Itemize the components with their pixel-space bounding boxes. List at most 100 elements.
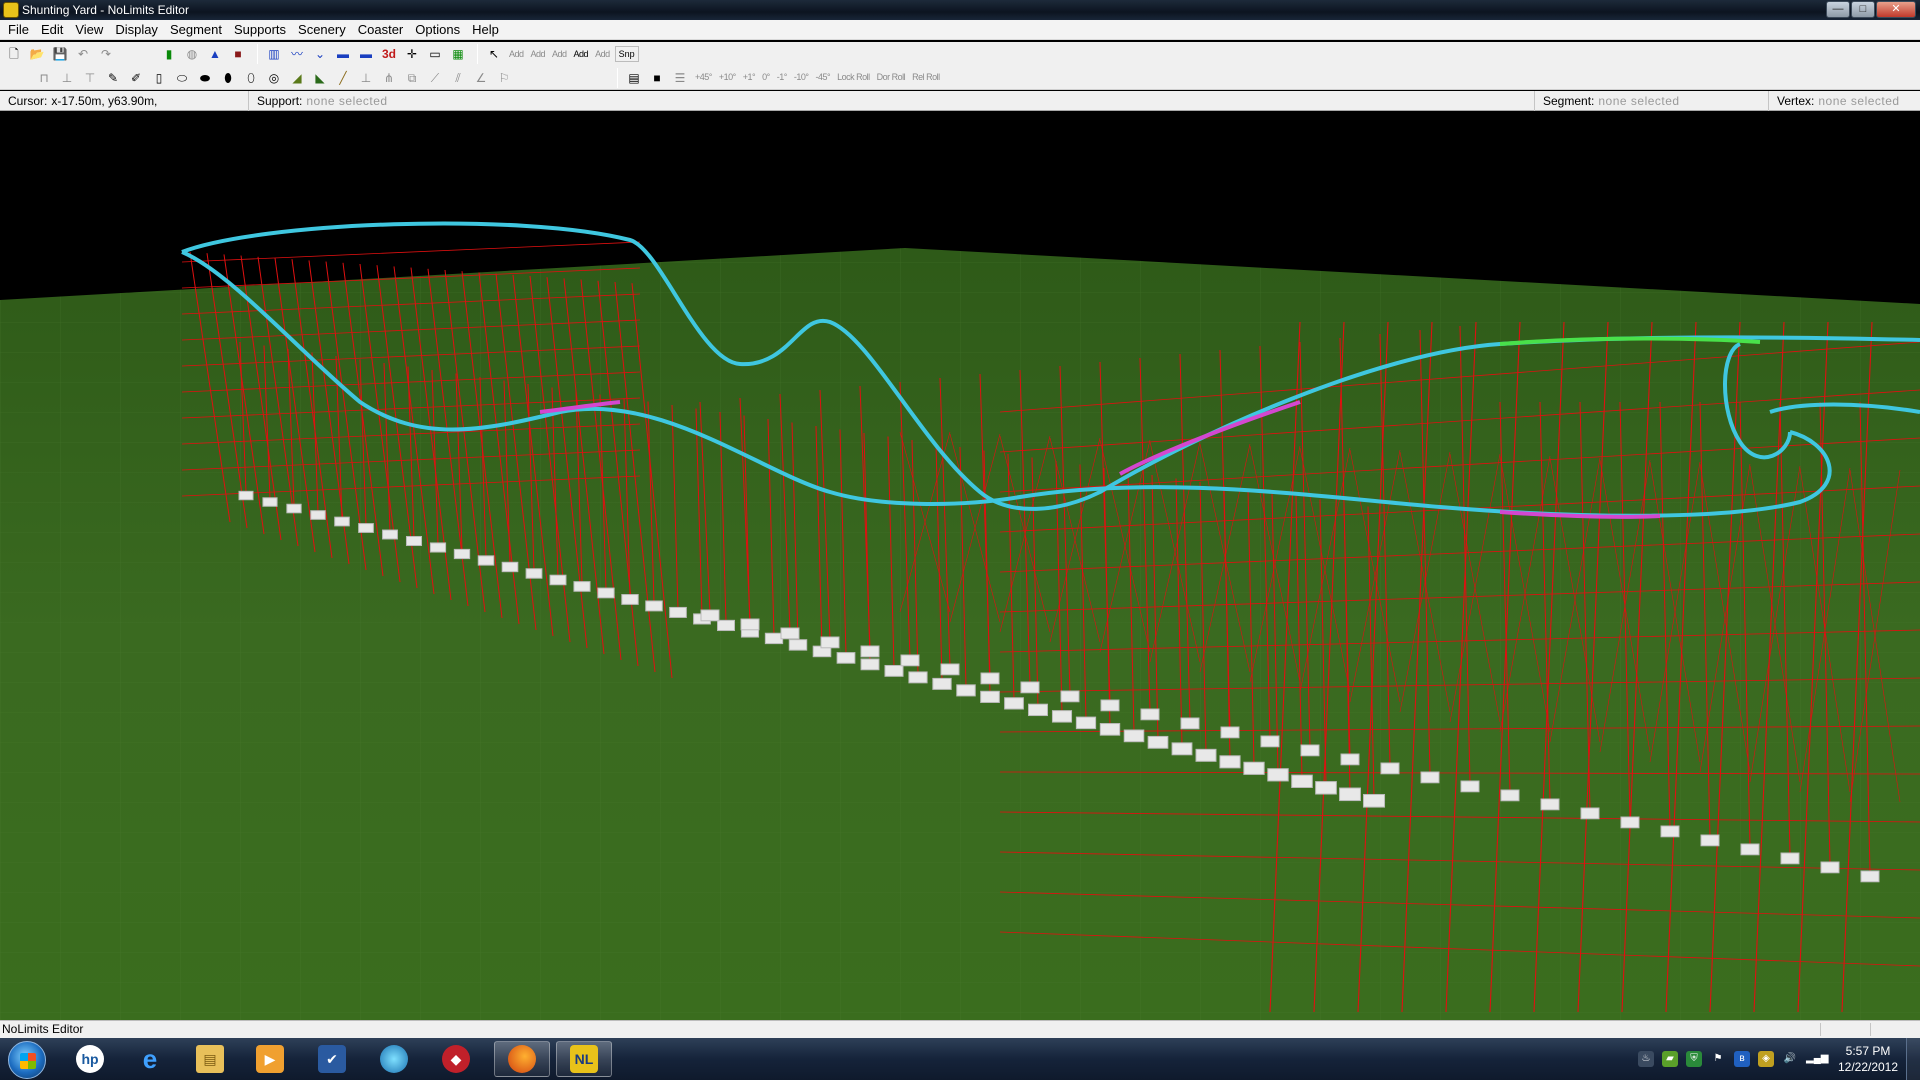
menu-help[interactable]: Help — [466, 20, 505, 40]
wave-track-icon[interactable]: 〰 — [287, 44, 307, 64]
steam-icon[interactable]: ♨ — [1638, 1051, 1654, 1067]
antivirus-icon[interactable]: ◈ — [1758, 1051, 1774, 1067]
roll-plus-1-button[interactable]: +1° — [741, 68, 757, 88]
menu-segment[interactable]: Segment — [164, 20, 228, 40]
roll-plus-45-button[interactable]: +45° — [693, 68, 714, 88]
menu-display[interactable]: Display — [109, 20, 164, 40]
pencil-icon[interactable]: ✎ — [103, 68, 123, 88]
game-app-icon[interactable]: ◆ — [428, 1041, 484, 1077]
block-brake-icon[interactable]: ■ — [228, 44, 248, 64]
3d-viewport[interactable] — [0, 112, 1920, 1020]
coaster-car-icon[interactable]: ▬ — [356, 44, 376, 64]
ramp-icon[interactable]: ◢ — [287, 68, 307, 88]
undo-icon[interactable]: ↶ — [73, 44, 93, 64]
wide-disk-icon[interactable]: ◎ — [264, 68, 284, 88]
valley-track-icon[interactable]: ⌄ — [310, 44, 330, 64]
new-file-icon[interactable]: 🗋 — [4, 44, 24, 64]
minimize-button[interactable]: — — [1826, 1, 1850, 18]
pyramid-icon[interactable]: ▲ — [205, 44, 225, 64]
hp-icon[interactable]: hp — [62, 1041, 118, 1077]
support-beam-icon[interactable]: ⊓ — [34, 68, 54, 88]
flag-icon[interactable]: ⚐ — [494, 68, 514, 88]
menu-edit[interactable]: Edit — [35, 20, 69, 40]
terrain-icon[interactable]: ◍ — [182, 44, 202, 64]
minus-bar-icon[interactable]: ▭ — [425, 44, 445, 64]
add-vertex-button[interactable]: Add — [507, 44, 526, 64]
menu-scenery[interactable]: Scenery — [292, 20, 352, 40]
checkmark-app-icon[interactable]: ✔ — [304, 1041, 360, 1077]
supports-view-icon[interactable]: ▥ — [264, 44, 284, 64]
drum-icon[interactable]: ⬮ — [218, 68, 238, 88]
windows-start-icon[interactable] — [8, 1041, 46, 1079]
grid-toggle-icon[interactable]: ▦ — [448, 44, 468, 64]
menu-supports[interactable]: Supports — [228, 20, 292, 40]
angle-icon[interactable]: ∠ — [471, 68, 491, 88]
pencil-pair-icon[interactable]: ✐ — [126, 68, 146, 88]
support-footer — [1291, 774, 1313, 788]
support-status: Support: none selected — [248, 91, 1534, 111]
double-slant-icon[interactable]: ⫽ — [448, 68, 468, 88]
globe-app-icon[interactable] — [366, 1041, 422, 1077]
file-explorer-icon[interactable]: ▤ — [182, 1041, 238, 1077]
security-icon[interactable]: ⛨ — [1686, 1051, 1702, 1067]
menu-file[interactable]: File — [2, 20, 35, 40]
maximize-button[interactable]: □ — [1851, 1, 1875, 18]
volume-icon[interactable]: 🔊 — [1782, 1051, 1798, 1067]
add-support-button[interactable]: Add — [550, 44, 569, 64]
network-signal-icon[interactable]: ▂▄▆ — [1806, 1051, 1828, 1067]
rail-icon[interactable]: ⧉ — [402, 68, 422, 88]
catwalk-icon[interactable]: ⋔ — [379, 68, 399, 88]
menu-view[interactable]: View — [69, 20, 109, 40]
action-center-flag-icon[interactable]: ⚑ — [1710, 1051, 1726, 1067]
media-player-icon[interactable]: ▶ — [242, 1041, 298, 1077]
nolimits-icon[interactable]: NL — [556, 1041, 612, 1077]
nvidia-icon[interactable]: ▰ — [1662, 1051, 1678, 1067]
roll-plus-10-button[interactable]: +10° — [717, 68, 738, 88]
bluetooth-icon[interactable]: ʙ — [1734, 1051, 1750, 1067]
train-icon[interactable]: ▬ — [333, 44, 353, 64]
close-button[interactable]: ✕ — [1876, 1, 1916, 18]
lock-roll-button[interactable]: Lock Roll — [835, 68, 872, 88]
roll-minus-10-button[interactable]: -10° — [792, 68, 811, 88]
support-footer — [1540, 798, 1560, 811]
disk-icon[interactable]: ⬯ — [241, 68, 261, 88]
redo-icon[interactable]: ↷ — [96, 44, 116, 64]
roll-minus-45-button[interactable]: -45° — [813, 68, 832, 88]
show-desktop-button[interactable] — [1906, 1038, 1920, 1080]
dor-roll-button[interactable]: Dor Roll — [875, 68, 908, 88]
scene-canvas[interactable] — [0, 112, 1920, 1020]
window-icon[interactable]: ▤ — [624, 68, 644, 88]
pointer-icon[interactable]: ↖ — [484, 44, 504, 64]
cylinder-icon[interactable]: ⬬ — [195, 68, 215, 88]
windows-taskbar: hp e ▤ ▶ ✔ ◆ NL ♨ ▰ ⛨ ⚑ ʙ ◈ 🔊 ▂▄▆ 5:57 P… — [0, 1038, 1920, 1080]
ramp-green-icon[interactable]: ◣ — [310, 68, 330, 88]
fill-icon[interactable]: ■ — [647, 68, 667, 88]
support-footer — [788, 639, 808, 651]
station-icon[interactable]: ▮ — [159, 44, 179, 64]
add-free-node-button[interactable]: Add — [593, 44, 612, 64]
snap-button[interactable]: Snp — [614, 46, 639, 62]
pillar-icon[interactable]: ▯ — [149, 68, 169, 88]
roll-zero-button[interactable]: 0° — [760, 68, 772, 88]
beam-tool-icon[interactable]: ╱ — [333, 68, 353, 88]
rel-roll-button[interactable]: Rel Roll — [910, 68, 942, 88]
support-split-icon[interactable]: ⊥ — [57, 68, 77, 88]
footer-icon[interactable]: ⊥ — [356, 68, 376, 88]
crosshair-icon[interactable]: ✛ — [402, 44, 422, 64]
menu-coaster[interactable]: Coaster — [352, 20, 410, 40]
slant-icon[interactable]: ⟋ — [425, 68, 445, 88]
support-footer — [1362, 793, 1386, 808]
add-footer-button[interactable]: Add — [572, 44, 591, 64]
add-segment-button[interactable]: Add — [529, 44, 548, 64]
tube-icon[interactable]: ⬭ — [172, 68, 192, 88]
firefox-icon[interactable] — [494, 1041, 550, 1077]
align-icon[interactable]: ☰ — [670, 68, 690, 88]
menu-options[interactable]: Options — [409, 20, 466, 40]
view-3d-icon[interactable]: 3d — [379, 44, 399, 64]
open-folder-icon[interactable]: 📂 — [27, 44, 47, 64]
clock[interactable]: 5:57 PM 12/22/2012 — [1830, 1043, 1906, 1075]
internet-explorer-icon[interactable]: e — [122, 1041, 178, 1077]
support-tee-icon[interactable]: ⊤ — [80, 68, 100, 88]
save-icon[interactable]: 💾 — [50, 44, 70, 64]
roll-minus-1-button[interactable]: -1° — [775, 68, 789, 88]
